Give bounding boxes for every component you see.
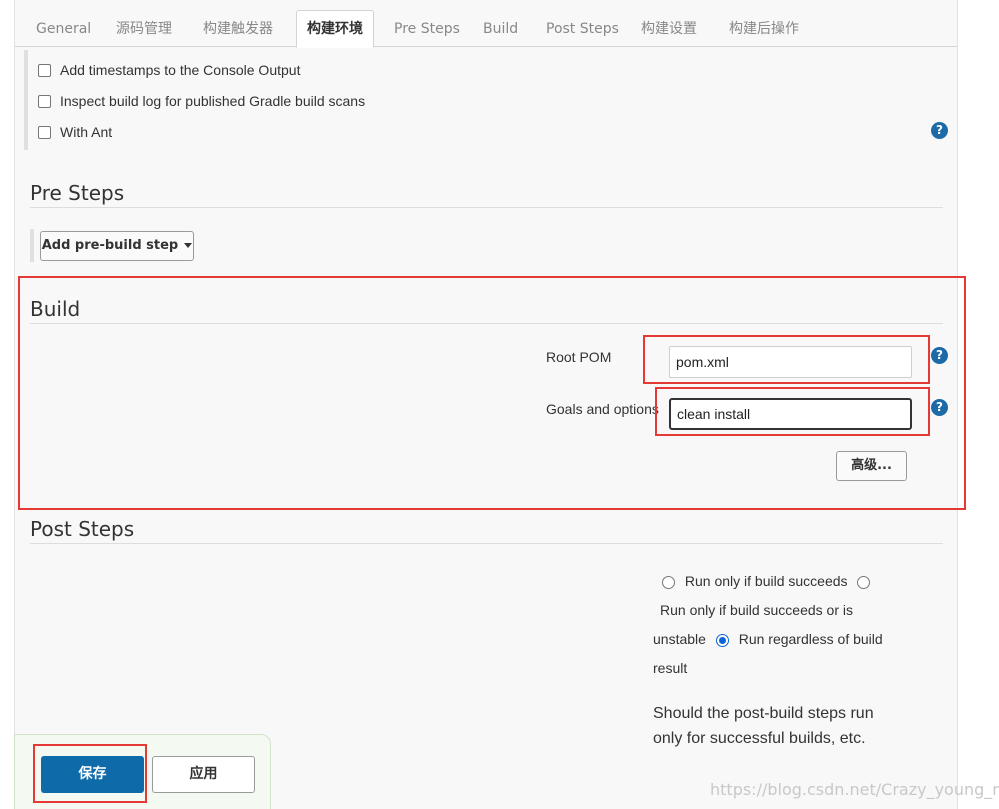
advanced-button[interactable]: 高级...: [836, 451, 907, 481]
goals-label: Goals and options: [546, 401, 659, 417]
tab-scm[interactable]: 源码管理: [116, 11, 172, 47]
section-divider: [30, 207, 943, 208]
radio-label: result: [653, 660, 688, 676]
radio-label: unstable: [653, 631, 706, 647]
radio-label: Run regardless of build: [738, 631, 883, 647]
radio-success[interactable]: [662, 575, 675, 589]
radio-regardless[interactable]: [715, 633, 729, 647]
tab-build-settings[interactable]: 构建设置: [641, 11, 697, 47]
button-label: Add pre-build step: [41, 238, 179, 253]
section-tabs: General 源码管理 构建触发器 构建环境 Pre Steps Build …: [15, 8, 957, 48]
root-pom-input[interactable]: pom.xml: [669, 346, 912, 378]
tab-general[interactable]: General: [36, 11, 91, 47]
radio-line-1: Run only if build succeeds: [653, 567, 903, 596]
goals-input[interactable]: clean install: [669, 398, 912, 430]
post-steps-description: Should the post-build steps run only for…: [653, 705, 874, 747]
radio-line-3: unstable Run regardless of build: [653, 625, 903, 654]
option-label: Add timestamps to the Console Output: [60, 62, 301, 78]
checkbox[interactable]: [38, 125, 51, 139]
radio-label: Run only if build succeeds: [684, 573, 848, 589]
tab-post-steps[interactable]: Post Steps: [546, 11, 619, 47]
help-icon[interactable]: ?: [931, 399, 948, 416]
apply-button[interactable]: 应用: [152, 756, 255, 793]
option-with-ant[interactable]: With Ant: [38, 122, 112, 142]
tab-pre-steps[interactable]: Pre Steps: [394, 11, 460, 47]
save-button[interactable]: 保存: [41, 756, 144, 793]
option-gradle-scans[interactable]: Inspect build log for published Gradle b…: [38, 91, 365, 111]
section-indent-bar: [30, 229, 34, 262]
post-steps-run-condition: Run only if build succeeds Run only if b…: [653, 567, 903, 683]
build-title: Build: [30, 297, 81, 321]
checkbox[interactable]: [38, 94, 51, 108]
tab-triggers[interactable]: 构建触发器: [203, 11, 273, 47]
radio-label: Run only if build succeeds or is: [660, 602, 853, 618]
checkbox[interactable]: [38, 63, 51, 77]
pre-steps-title: Pre Steps: [30, 181, 125, 205]
config-page: General 源码管理 构建触发器 构建环境 Pre Steps Build …: [14, 0, 958, 809]
add-pre-build-step-button[interactable]: Add pre-build step: [40, 231, 194, 261]
post-steps-title: Post Steps: [30, 517, 135, 541]
option-label: With Ant: [60, 124, 113, 140]
watermark: https://blog.csdn.net/Crazy_young_man: [710, 780, 999, 799]
caret-down-icon: [184, 243, 193, 248]
section-indent-bar: [24, 50, 28, 150]
section-divider: [30, 323, 943, 324]
section-divider: [30, 543, 943, 544]
tab-build-env[interactable]: 构建环境: [296, 10, 374, 48]
help-icon[interactable]: ?: [931, 347, 948, 364]
option-label: Inspect build log for published Gradle b…: [60, 93, 366, 109]
radio-success-or-unstable[interactable]: [857, 575, 871, 589]
option-timestamps[interactable]: Add timestamps to the Console Output: [38, 60, 300, 80]
tab-post-build[interactable]: 构建后操作: [729, 11, 799, 47]
help-icon[interactable]: ?: [931, 122, 948, 139]
root-pom-label: Root POM: [546, 349, 612, 365]
tab-build[interactable]: Build: [483, 11, 518, 47]
